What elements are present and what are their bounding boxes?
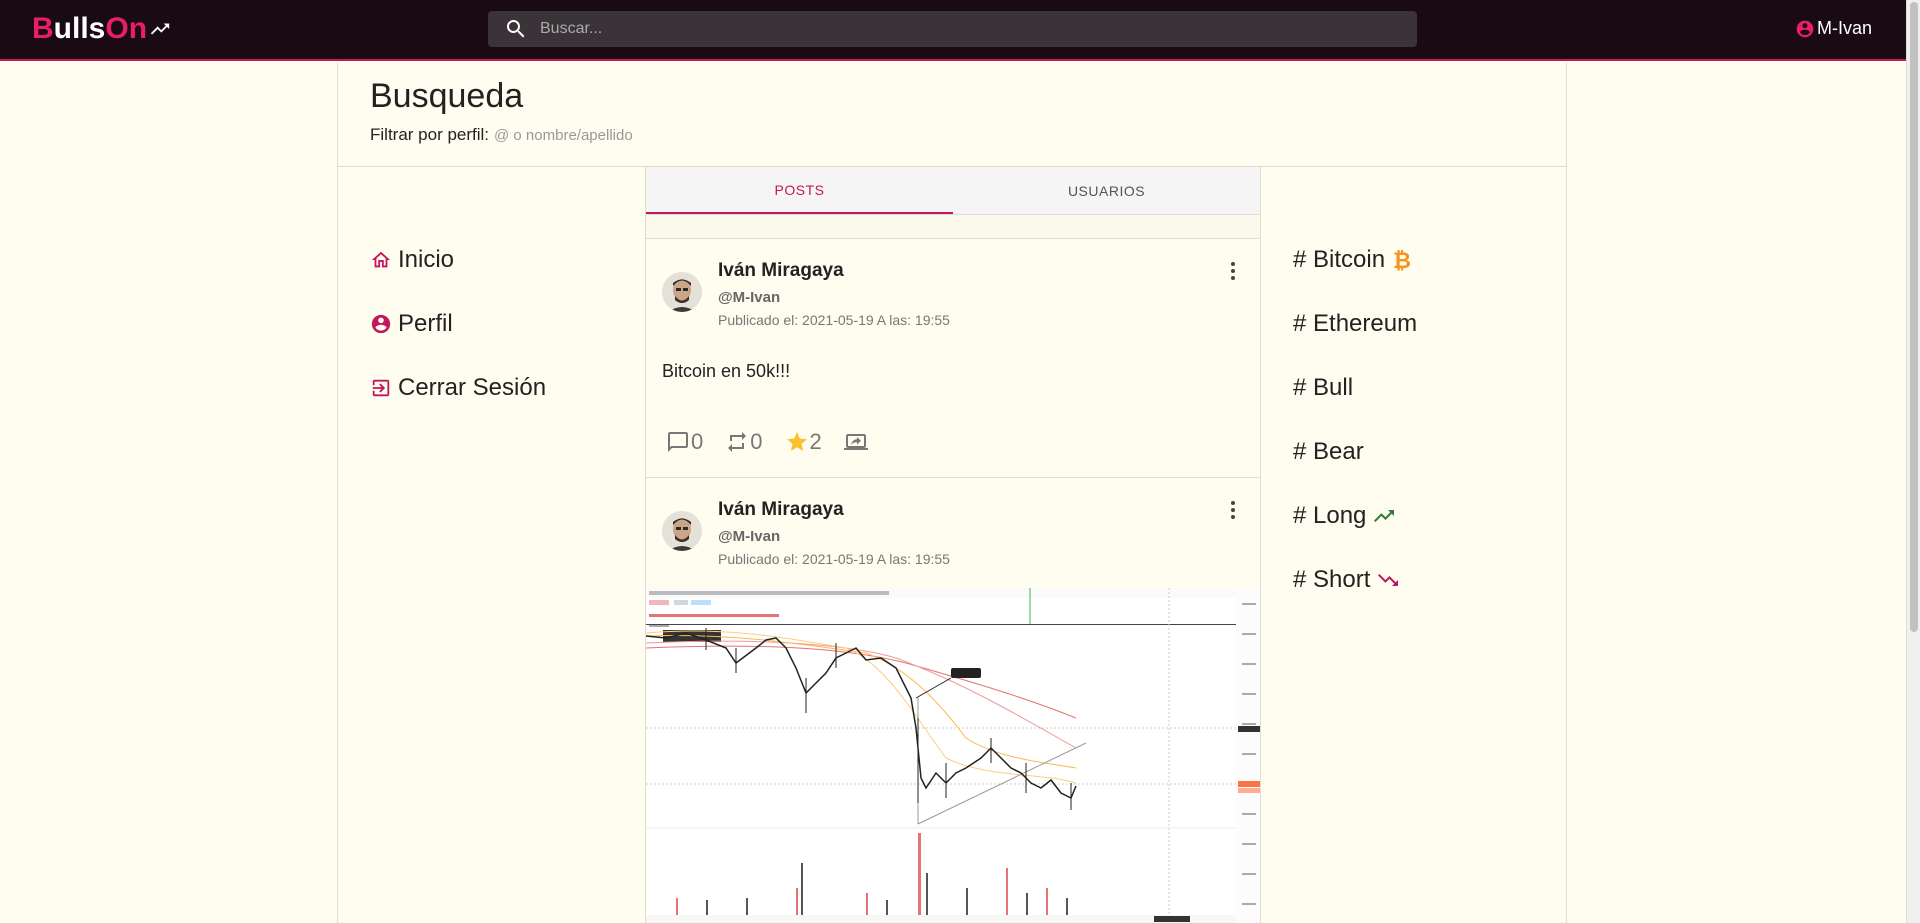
logo-text: ulls — [53, 12, 106, 45]
feed-column: POSTS USUARIOS Iván Miragaya @M-Ivan Pub… — [645, 167, 1261, 923]
nav-item-cerrar-sesion[interactable]: Cerrar Sesión — [370, 356, 546, 420]
star-icon — [786, 432, 807, 451]
tag-bitcoin[interactable]: # Bitcoin ₿ — [1293, 228, 1417, 292]
repost-button[interactable]: 0 — [725, 429, 763, 455]
search-icon — [507, 20, 525, 38]
post-actions: 0 0 2 — [666, 429, 891, 455]
tag-label: # Long — [1293, 502, 1367, 529]
home-icon — [371, 251, 391, 268]
tag-label: # Bear — [1293, 438, 1364, 465]
tag-short[interactable]: # Short — [1293, 548, 1417, 612]
main-container: Busqueda Filtrar por perfil: Inicio Perf… — [337, 63, 1567, 923]
post-date: Publicado el: 2021-05-19 A las: 19:55 — [718, 551, 950, 567]
nav-item-inicio[interactable]: Inicio — [370, 228, 546, 292]
tag-label: # Short — [1293, 566, 1371, 593]
app-logo[interactable]: Bulls On — [32, 12, 171, 46]
trending-up-icon — [1374, 510, 1395, 522]
page-title: Busqueda — [370, 77, 524, 115]
post-body: Bitcoin en 50k!!! — [662, 361, 791, 381]
avatar[interactable] — [662, 272, 702, 312]
top-app-bar: BullsOn M-Ivan — [0, 0, 1906, 61]
logo-bitcoin-letter: B — [32, 12, 54, 45]
post-card: Iván Miragaya @M-Ivan Publicado el: 2021… — [646, 478, 1260, 923]
trending-tags: # Bitcoin ₿ # Ethereum # Bull # Bear # L… — [1293, 228, 1417, 612]
post-card: Iván Miragaya @M-Ivan Publicado el: 2021… — [646, 239, 1260, 478]
star-count: 2 — [809, 429, 822, 454]
tag-bear[interactable]: # Bear — [1293, 420, 1417, 484]
nav-item-label: Inicio — [398, 246, 455, 273]
search-header: Busqueda Filtrar por perfil: — [338, 63, 1566, 167]
post-date: Publicado el: 2021-05-19 A las: 19:55 — [718, 312, 950, 328]
tab-posts[interactable]: POSTS — [646, 167, 953, 214]
trending-up-icon — [150, 23, 170, 35]
repeat-icon — [728, 432, 747, 452]
nav-item-label: Perfil — [398, 310, 453, 337]
tag-ethereum[interactable]: # Ethereum — [1293, 292, 1417, 356]
post-author-name[interactable]: Iván Miragaya — [718, 499, 844, 521]
tag-bull[interactable]: # Bull — [1293, 356, 1417, 420]
result-tabs: POSTS USUARIOS — [646, 167, 1260, 215]
filter-label: Filtrar por perfil: — [370, 125, 490, 144]
username-label: M-Ivan — [1816, 18, 1872, 38]
avatar[interactable] — [662, 511, 702, 551]
profile-filter: Filtrar por perfil: — [370, 125, 795, 145]
profile-filter-input[interactable] — [494, 127, 795, 144]
more-vert-icon[interactable] — [1230, 261, 1236, 281]
tag-label: # Bull — [1293, 374, 1354, 401]
nav-item-label: Cerrar Sesión — [398, 374, 547, 401]
repost-count: 0 — [750, 429, 763, 454]
avatar-image — [662, 511, 702, 551]
share-screen-icon — [843, 434, 868, 450]
tab-usuarios[interactable]: USUARIOS — [953, 167, 1260, 214]
tag-long[interactable]: # Long — [1293, 484, 1417, 548]
feed-spacer — [646, 215, 1260, 239]
logout-icon — [372, 379, 390, 397]
logo-on-text: On — [105, 12, 148, 45]
svg-text:₿: ₿ — [1393, 249, 1411, 272]
page-scrollbar[interactable] — [1906, 0, 1920, 923]
post-image-trading-chart[interactable] — [646, 588, 1260, 923]
account-circle-icon — [1796, 20, 1814, 37]
post-author-handle[interactable]: @M-Ivan — [718, 289, 780, 306]
search-bar[interactable] — [488, 11, 1417, 47]
post-author-name[interactable]: Iván Miragaya — [718, 260, 844, 282]
bitcoin-icon: ₿ — [1393, 249, 1411, 272]
trending-down-icon — [1378, 574, 1399, 586]
star-button[interactable]: 2 — [785, 429, 822, 455]
avatar-image — [662, 272, 702, 312]
share-button[interactable] — [843, 430, 869, 454]
comment-icon — [668, 432, 688, 452]
scrollbar-thumb[interactable] — [1910, 2, 1918, 632]
post-author-handle[interactable]: @M-Ivan — [718, 528, 780, 545]
comment-count: 0 — [691, 429, 704, 454]
nav-item-perfil[interactable]: Perfil — [370, 292, 546, 356]
more-vert-icon[interactable] — [1230, 500, 1236, 520]
search-input[interactable] — [540, 20, 1390, 38]
tag-label: # Bitcoin — [1293, 246, 1386, 273]
comment-button[interactable]: 0 — [666, 429, 703, 455]
left-sidebar: Inicio Perfil Cerrar Sesión — [370, 228, 546, 420]
account-circle-icon — [371, 314, 391, 334]
tag-label: # Ethereum — [1293, 310, 1418, 337]
user-menu[interactable]: M-Ivan — [1795, 18, 1872, 39]
